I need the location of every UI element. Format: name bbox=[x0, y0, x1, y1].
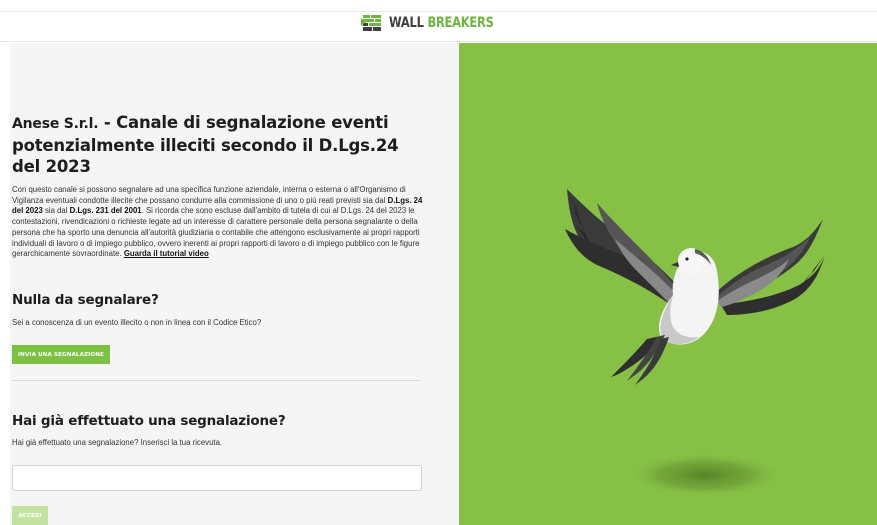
page-title: Anese S.r.l. - Canale di segnalazione ev… bbox=[12, 112, 424, 177]
brand-logo[interactable]: WALL BREAKERS bbox=[360, 14, 517, 32]
illustration-panel bbox=[459, 43, 877, 525]
bird-shadow bbox=[627, 453, 783, 497]
section-divider bbox=[12, 380, 421, 381]
receipt-input[interactable] bbox=[12, 465, 422, 491]
report-section-subtitle: Sei a conoscenza di un evento illecito o… bbox=[12, 318, 262, 327]
receipt-section-subtitle: Hai già effettuato una segnalazione? Ins… bbox=[12, 438, 223, 447]
intro-text: Con questo canale si possono segnalare a… bbox=[12, 185, 424, 260]
left-wing bbox=[565, 189, 683, 305]
report-section-title: Nulla da segnalare? bbox=[12, 292, 159, 308]
brand-name-breakers: BREAKERS bbox=[427, 14, 494, 31]
intro-part-1: Con questo canale si possono segnalare a… bbox=[12, 185, 406, 205]
top-bar: WALL BREAKERS bbox=[0, 0, 877, 42]
company-name: Anese S.r.l. bbox=[12, 116, 99, 132]
receipt-section-title: Hai già effettuato una segnalazione? bbox=[12, 413, 286, 429]
wall-breakers-logo-icon bbox=[360, 14, 381, 31]
dove-icon bbox=[565, 189, 825, 497]
intro-part-2: sia dal bbox=[44, 206, 68, 216]
bird-tail bbox=[611, 335, 669, 385]
brand-name: WALL BREAKERS bbox=[389, 15, 494, 31]
right-wing bbox=[715, 219, 825, 315]
brand-name-wall: WALL bbox=[388, 14, 424, 31]
send-report-button[interactable]: INVIA UNA SEGNALAZIONE bbox=[12, 345, 110, 364]
tutorial-video-link[interactable]: Guarda il tutorial video bbox=[124, 249, 209, 258]
law-reference-2: D.Lgs. 231 del 2001 bbox=[69, 206, 142, 216]
intro-section: Anese S.r.l. - Canale di segnalazione ev… bbox=[12, 112, 424, 260]
login-button[interactable]: ACCEDI bbox=[12, 506, 48, 525]
